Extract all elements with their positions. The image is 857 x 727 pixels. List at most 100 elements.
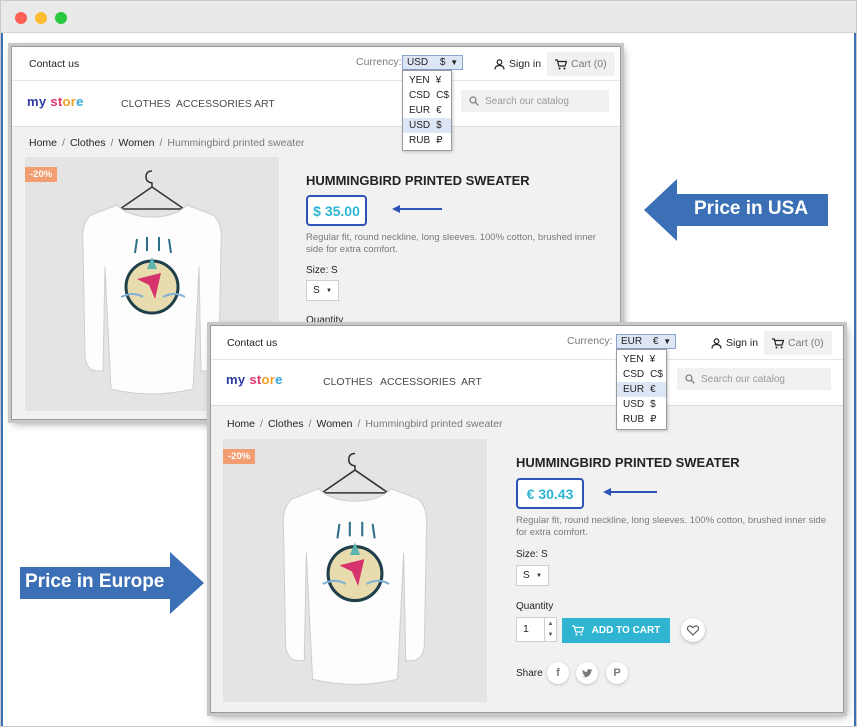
maximize-window-button[interactable] [55,12,67,24]
product-title: HUMMINGBIRD PRINTED SWEATER [516,455,740,470]
search-input[interactable]: Search our catalog [677,368,831,390]
menu-item-clothes[interactable]: CLOTHES [323,376,373,388]
currency-dropdown: YEN ¥ CSD C$ EUR € USD $ RUB ₽ [616,349,667,430]
price-pointer-arrow [392,205,442,213]
breadcrumb-clothes[interactable]: Clothes [70,137,106,149]
contact-link[interactable]: Contact us [29,58,79,70]
pinterest-icon[interactable]: P [606,662,628,684]
left-border [1,33,3,726]
breadcrumb-women[interactable]: Women [316,418,352,430]
search-placeholder: Search our catalog [485,95,569,107]
product-description: Regular fit, round neckline, long sleeve… [306,232,596,255]
currency-option-usd[interactable]: USD $ [403,118,451,133]
search-placeholder: Search our catalog [701,373,785,385]
currency-value: EUR [621,336,643,347]
heart-icon [687,624,699,636]
store-logo[interactable]: my store [27,94,84,109]
user-icon [711,337,722,349]
quantity-arrows[interactable]: ▲ ▼ [544,618,556,641]
price-pointer-arrow [603,488,657,496]
discount-badge: -20% [223,449,256,464]
breadcrumb-clothes[interactable]: Clothes [268,418,304,430]
product-description: Regular fit, round neckline, long sleeve… [516,515,826,538]
twitter-icon[interactable] [576,662,598,684]
currency-option-csd[interactable]: CSD C$ [617,367,666,382]
product-image[interactable]: -20% [223,439,487,702]
wishlist-button[interactable] [681,618,705,642]
add-to-cart-button[interactable]: ADD TO CART [562,618,670,643]
currency-symbol: $ [439,57,446,68]
currency-dropdown: YEN ¥ CSD C$ EUR € USD $ RUB ₽ [402,70,452,151]
breadcrumb: Home / Clothes / Women / Hummingbird printed s… [227,418,503,430]
contact-link[interactable]: Contact us [227,337,277,349]
chevron-down-icon: ▼ [450,58,459,67]
currency-option-usd[interactable]: USD $ [617,397,666,412]
currency-value: USD [407,57,429,68]
chevron-down-icon: ▼ [326,287,332,294]
currency-label: Currency: [356,56,402,68]
currency-option-yen[interactable]: YEN ¥ [403,73,451,88]
chevron-down-icon: ▼ [663,337,672,346]
sweater-image [282,452,428,685]
currency-option-csd[interactable]: CSD C$ [403,88,451,103]
header-navbar: my store CLOTHES ACCESSORIES ART Search … [211,360,843,406]
currency-option-eur[interactable]: EUR € [403,103,451,118]
shop-screenshot-eur: Contact us Currency: EUR € ▼ Sign in Car… [210,325,844,713]
header-topbar: Contact us Currency: EUR € ▼ Sign in Car… [211,326,843,360]
callout-label-europe: Price in Europe [25,571,165,592]
currency-option-yen[interactable]: YEN ¥ [617,352,666,367]
quantity-stepper[interactable]: 1 ▲ ▼ [516,617,557,642]
size-select[interactable]: S ▼ [516,565,549,586]
currency-option-eur[interactable]: EUR € [617,382,666,397]
breadcrumb: Home / Clothes / Women / Hummingbird printed s… [29,137,305,149]
search-icon [685,374,695,384]
currency-option-rub[interactable]: RUB ₽ [617,412,666,427]
menu-item-art[interactable]: ART [254,98,275,110]
size-value: S [523,570,530,581]
user-icon [494,58,505,70]
chevron-up-icon: ▲ [547,620,554,627]
cart-label: Cart (0) [571,58,607,70]
menu-item-art[interactable]: ART [461,376,482,388]
menu-item-clothes[interactable]: CLOTHES [121,98,171,110]
minimize-window-button[interactable] [35,12,47,24]
breadcrumb-home[interactable]: Home [29,137,57,149]
store-logo[interactable]: my store [226,372,283,387]
size-label: Size: S [306,265,338,276]
sign-in-link[interactable]: Sign in [494,58,541,70]
menu-item-accessories[interactable]: ACCESSORIES [380,376,456,388]
currency-symbol: € [652,336,659,347]
breadcrumb-current: Hummingbird printed sweater [365,418,503,430]
cart-button[interactable]: Cart (0) [547,52,615,76]
sign-in-link[interactable]: Sign in [711,337,758,349]
size-label: Size: S [516,549,548,560]
menu-item-accessories[interactable]: ACCESSORIES [176,98,252,110]
currency-label: Currency: [567,335,613,347]
size-value: S [313,285,320,296]
header-navbar: my store CLOTHES ACCESSORIES ART Search … [12,81,620,127]
currency-option-rub[interactable]: RUB ₽ [403,133,451,148]
facebook-icon[interactable]: f [547,662,569,684]
right-border [854,33,856,726]
currency-select[interactable]: USD $ ▼ [402,55,464,70]
search-input[interactable]: Search our catalog [461,90,609,112]
cart-icon [555,58,567,69]
share-label: Share [516,668,543,679]
cart-icon [571,625,584,636]
breadcrumb-women[interactable]: Women [118,137,154,149]
cart-button[interactable]: Cart (0) [764,331,832,355]
close-window-button[interactable] [15,12,27,24]
chevron-down-icon: ▼ [536,572,542,579]
size-select[interactable]: S ▼ [306,280,339,301]
breadcrumb-home[interactable]: Home [227,418,255,430]
price-usd: $ 35.00 [306,195,367,226]
product-title: HUMMINGBIRD PRINTED SWEATER [306,173,530,188]
currency-select[interactable]: EUR € ▼ [616,334,677,349]
price-eur: € 30.43 [516,478,584,509]
window-titlebar [1,1,856,33]
add-to-cart-label: ADD TO CART [591,625,661,636]
cart-icon [772,337,784,348]
sign-in-label: Sign in [509,58,542,70]
quantity-value: 1 [523,623,529,635]
sign-in-label: Sign in [726,337,759,349]
